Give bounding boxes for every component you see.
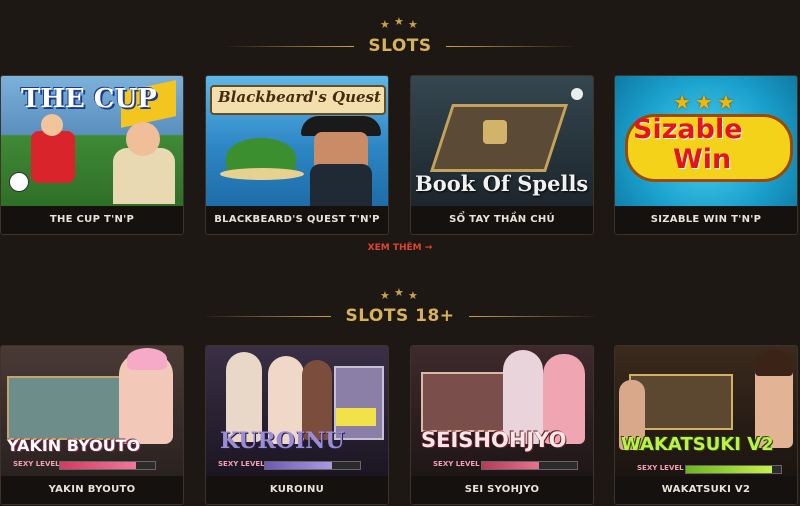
stars-decoration-icon: ★ ★ ★: [380, 15, 418, 31]
game-thumbnail: SEISHOHJYO SEXY LEVEL: [411, 346, 593, 476]
game-title: YAKIN BYOUTO: [48, 484, 136, 495]
stars-decoration-icon: ★ ★ ★: [380, 286, 418, 302]
game-logo-text: Blackbeard's Quest: [218, 88, 381, 106]
game-card-the-cup[interactable]: THE CUP THE CUP T'N'P: [0, 75, 184, 235]
game-card-wakatsuki-v2[interactable]: WAKATSUKI V2 SEXY LEVEL WAKATSUKI V2: [614, 345, 798, 505]
sexy-level-label: SEXY LEVEL: [13, 460, 60, 468]
game-thumbnail: WAKATSUKI V2 SEXY LEVEL: [615, 346, 797, 476]
game-card-blackbeards-quest[interactable]: Blackbeard's Quest BLACKBEARD'S QUEST T'…: [205, 75, 389, 235]
sexy-level-bar: [481, 461, 578, 470]
game-thumbnail: ★★★ Sizable Win: [615, 76, 797, 206]
game-logo-text: YAKIN BYOUTO: [7, 436, 141, 455]
game-title: SEI SYOHJYO: [464, 484, 540, 495]
game-logo-text: SEISHOHJYO: [421, 428, 567, 452]
slots-section-header: ★ ★ ★: [0, 16, 800, 30]
game-thumbnail: Book Of Spells: [411, 76, 593, 206]
game-thumbnail: Blackbeard's Quest: [206, 76, 388, 206]
section-title-slots: SLOTS: [368, 36, 432, 56]
game-logo-text-line2: Win: [673, 144, 732, 175]
game-logo-text: Book Of Spells: [415, 171, 589, 196]
game-card-sei-syohjyo[interactable]: SEISHOHJYO SEXY LEVEL SEI SYOHJYO: [410, 345, 594, 505]
game-thumbnail: YAKIN BYOUTO SEXY LEVEL: [1, 346, 183, 476]
game-thumbnail: THE CUP: [1, 76, 183, 206]
game-card-yakin-byouto[interactable]: YAKIN BYOUTO SEXY LEVEL YAKIN BYOUTO: [0, 345, 184, 505]
game-title: SIZABLE WIN T'N'P: [650, 214, 762, 225]
game-card-kuroinu[interactable]: KUROINU SEXY LEVEL KUROINU: [205, 345, 389, 505]
game-title: WAKATSUKI V2: [661, 484, 751, 495]
game-title: THE CUP T'N'P: [49, 214, 135, 225]
game-logo-text-line1: Sizable: [633, 114, 743, 145]
section-title-slots18: SLOTS 18+: [345, 306, 455, 326]
game-card-sizable-win[interactable]: ★★★ Sizable Win SIZABLE WIN T'N'P: [614, 75, 798, 235]
sexy-level-bar: [264, 461, 361, 470]
sexy-level-bar: [59, 461, 156, 470]
sexy-level-label: SEXY LEVEL: [637, 464, 684, 472]
game-thumbnail: KUROINU SEXY LEVEL: [206, 346, 388, 476]
game-title: SỔ TAY THẦN CHÚ: [449, 214, 555, 225]
sexy-level-label: SEXY LEVEL: [433, 460, 480, 468]
slots18-section-header: ★ ★ ★: [0, 287, 800, 301]
game-logo-text: KUROINU: [220, 428, 345, 454]
see-more-link[interactable]: XEM THÊM →: [0, 243, 800, 253]
game-logo-text: THE CUP: [21, 84, 157, 114]
sexy-level-bar: [685, 465, 782, 474]
game-card-book-of-spells[interactable]: Book Of Spells SỔ TAY THẦN CHÚ: [410, 75, 594, 235]
game-logo-text: WAKATSUKI V2: [621, 434, 774, 455]
game-title: BLACKBEARD'S QUEST T'N'P: [214, 214, 380, 225]
stars-icon: ★★★: [673, 90, 739, 114]
sexy-level-label: SEXY LEVEL: [218, 460, 265, 468]
game-title: KUROINU: [269, 484, 325, 495]
